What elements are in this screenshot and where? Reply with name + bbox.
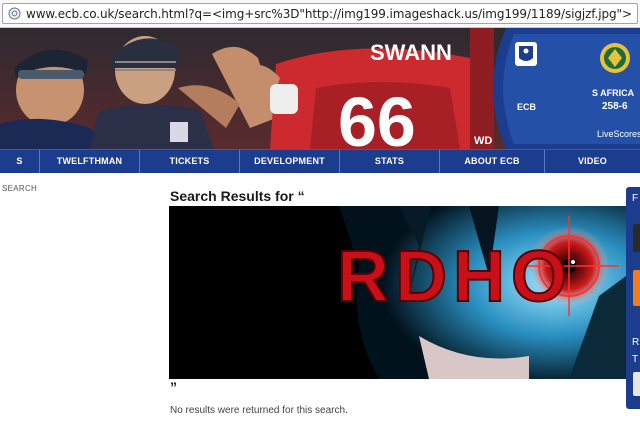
opponent-name: S AFRICA	[592, 88, 635, 98]
opponent-score: 258-6	[602, 101, 628, 112]
side-widget-letter-r: R	[632, 337, 640, 348]
ecb-crest-icon	[515, 42, 537, 66]
browser-address-bar: www.ecb.co.uk/search.html?q=<img+src%3D"…	[0, 0, 640, 28]
header-banner: SWANN 66 WD ECB	[0, 28, 640, 149]
injected-image: RDHO	[169, 206, 626, 379]
nav-item-twelfthman[interactable]: TWELFTHMAN	[40, 150, 140, 173]
side-widget-button-light[interactable]	[633, 372, 640, 396]
svg-text:SWANN: SWANN	[370, 40, 452, 65]
search-query-close-quote: ”	[170, 379, 177, 395]
side-widget-button-dark[interactable]	[633, 224, 640, 252]
ecb-logo-text: ECB	[517, 102, 537, 112]
nav-item-video[interactable]: VIDEO	[545, 150, 640, 173]
south-africa-crest-icon	[600, 43, 630, 73]
search-results-title: Search Results for “	[170, 188, 305, 204]
main-nav: S TWELFTHMAN TICKETS DEVELOPMENT STATS A…	[0, 149, 640, 173]
side-widget-letter-t: T	[632, 354, 639, 365]
livescores-link[interactable]: LiveScores	[597, 129, 640, 139]
nav-item-partial[interactable]: S	[0, 150, 40, 173]
no-results-message: No results were returned for this search…	[170, 405, 348, 416]
injected-image-art: RDHO	[169, 206, 626, 379]
svg-text:66: 66	[338, 83, 416, 149]
nav-item-stats[interactable]: STATS	[340, 150, 440, 173]
breadcrumb: SEARCH	[2, 184, 38, 193]
globe-icon	[8, 7, 21, 20]
nav-item-development[interactable]: DEVELOPMENT	[240, 150, 340, 173]
side-widget-button-orange[interactable]	[633, 270, 640, 306]
nav-item-tickets[interactable]: TICKETS	[140, 150, 240, 173]
nav-item-about-ecb[interactable]: ABOUT ECB	[440, 150, 545, 173]
url-field[interactable]: www.ecb.co.uk/search.html?q=<img+src%3D"…	[2, 3, 638, 24]
side-widget-letter-f: F	[632, 193, 639, 204]
injected-image-text: RDHO	[337, 237, 573, 317]
url-text: www.ecb.co.uk/search.html?q=<img+src%3D"…	[26, 7, 632, 21]
